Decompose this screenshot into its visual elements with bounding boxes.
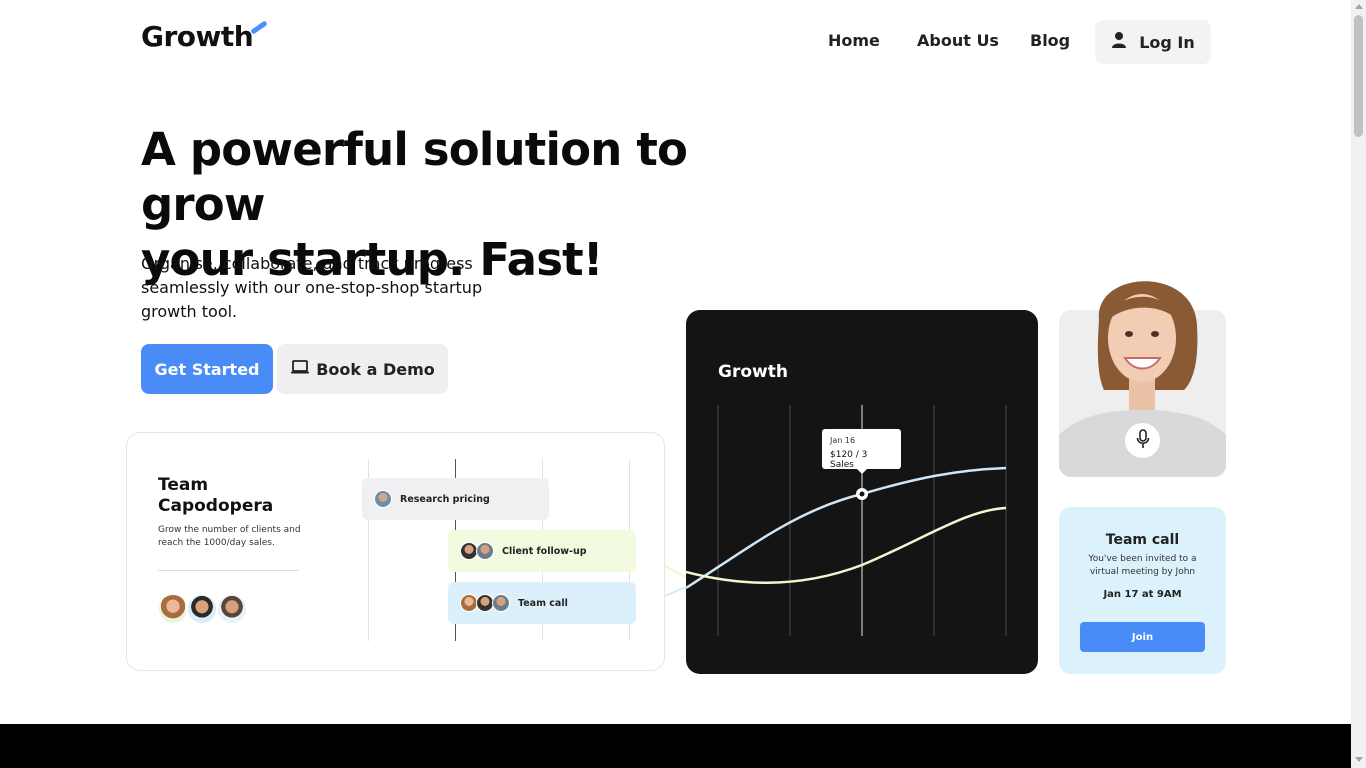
team-title: Team Capodopera xyxy=(158,475,274,516)
scroll-up-arrow-icon[interactable] xyxy=(1355,4,1363,9)
avatar-member-2 xyxy=(186,593,218,625)
chart-line-yellow xyxy=(686,506,1007,584)
landing-page: Growth Home About Us Blog Log In A power… xyxy=(0,0,1351,724)
page-scrollbar[interactable] xyxy=(1351,0,1366,768)
tooltip-value: $120 / 3 Sales xyxy=(830,450,868,470)
team-call-card: Team call You've been invited to a virtu… xyxy=(1059,507,1226,674)
get-started-button[interactable]: Get Started xyxy=(141,344,273,394)
chart-point-marker-inner xyxy=(859,491,865,497)
headline-line-1: A powerful solution to grow xyxy=(141,123,688,231)
join-button[interactable]: Join xyxy=(1080,622,1205,652)
task-label: Research pricing xyxy=(400,493,490,505)
team-divider xyxy=(158,570,299,571)
bottom-black-bar xyxy=(0,724,1351,768)
task-team-call[interactable]: Team call xyxy=(448,582,636,624)
scroll-down-arrow-icon[interactable] xyxy=(1355,757,1363,762)
task-research-pricing[interactable]: Research pricing xyxy=(362,478,549,520)
book-demo-button[interactable]: Book a Demo xyxy=(277,344,448,394)
nav-blog[interactable]: Blog xyxy=(1030,31,1070,50)
tooltip-tail xyxy=(856,468,868,474)
chart-tooltip: Jan 16 $120 / 3 Sales xyxy=(822,429,901,470)
microphone-icon xyxy=(1136,428,1150,453)
left-eye xyxy=(1125,331,1133,337)
task-avatar xyxy=(476,542,494,560)
login-label: Log In xyxy=(1139,32,1195,52)
logo[interactable]: Growth xyxy=(141,20,254,53)
task-avatar xyxy=(374,490,392,508)
growth-chart xyxy=(686,405,1007,636)
nav-about[interactable]: About Us xyxy=(917,31,999,50)
book-demo-label: Book a Demo xyxy=(316,359,435,379)
microphone-button[interactable] xyxy=(1125,423,1160,458)
task-client-follow-up[interactable]: Client follow-up xyxy=(448,530,636,572)
avatar-member-3 xyxy=(216,593,248,625)
team-description: Grow the number of clients and reach the… xyxy=(158,525,301,548)
login-button[interactable]: Log In xyxy=(1095,20,1211,64)
call-time: Jan 17 at 9AM xyxy=(1103,589,1182,600)
task-label: Client follow-up xyxy=(502,545,587,557)
user-icon xyxy=(1111,31,1127,53)
scroll-thumb[interactable] xyxy=(1354,15,1363,137)
task-label: Team call xyxy=(518,597,568,609)
nav-home[interactable]: Home xyxy=(828,31,880,50)
laptop-icon xyxy=(290,359,310,379)
avatar-member-1 xyxy=(157,593,189,625)
call-title: Team call xyxy=(1105,532,1180,548)
call-description: You've been invited to a virtual meeting… xyxy=(1088,554,1197,577)
growth-card: Growth xyxy=(686,310,1038,674)
hero-subtext: Organise, collaborate, and track progres… xyxy=(141,254,483,321)
tooltip-date: Jan 16 xyxy=(830,436,856,445)
right-eye xyxy=(1151,331,1159,337)
task-avatar xyxy=(492,594,510,612)
team-card: Team Capodopera Grow the number of clien… xyxy=(126,432,665,671)
